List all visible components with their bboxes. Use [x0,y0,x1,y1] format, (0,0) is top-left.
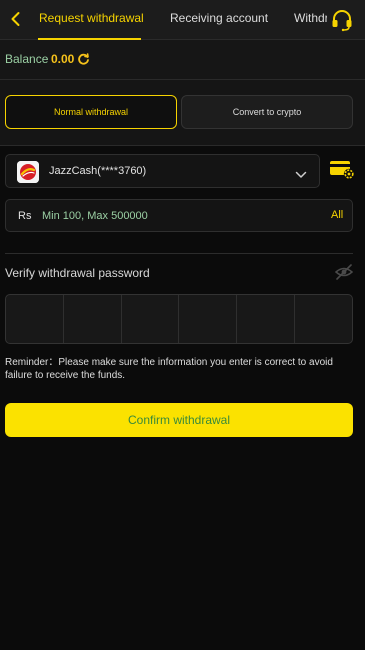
withdrawal-method-section: Normal withdrawal Convert to crypto [0,80,365,146]
refresh-icon[interactable] [77,53,90,66]
jazzcash-logo [17,161,39,183]
chevron-down-icon [295,167,307,178]
password-digit-cell[interactable] [237,295,296,343]
balance-value: 0.00 [51,52,75,66]
tab-request-withdrawal[interactable]: Request withdrawal [39,11,144,25]
password-digit-cell[interactable] [64,295,122,343]
account-name: JazzCash(****3760) [49,165,147,177]
confirm-withdrawal-button[interactable]: Confirm withdrawal [5,403,353,437]
balance-row: Balance 0.00 [0,40,365,80]
tab-withdrawal-history[interactable]: Withdrawal history [294,11,327,25]
back-chevron-left-icon[interactable] [6,9,26,29]
password-digit-cell[interactable] [179,295,238,343]
all-amount-button[interactable]: All [331,209,343,221]
password-digit-cell[interactable] [6,295,64,343]
amount-field: Rs All [5,199,353,232]
card-settings-icon[interactable] [329,159,355,181]
password-label: Verify withdrawal password [5,266,150,280]
divider [5,253,353,254]
password-input[interactable] [5,294,353,344]
tabs: Request withdrawal Receiving account Wit… [30,0,327,40]
password-digit-cell[interactable] [295,295,352,343]
account-select[interactable]: JazzCash(****3760) [5,154,320,188]
convert-to-crypto-button[interactable]: Convert to crypto [181,95,353,129]
tab-receiving-account[interactable]: Receiving account [170,11,268,25]
headset-icon[interactable] [330,8,354,32]
top-bar: Request withdrawal Receiving account Wit… [0,0,365,40]
amount-input[interactable] [42,206,312,226]
balance-label: Balance [5,52,49,66]
eye-off-icon[interactable] [334,264,354,280]
currency-label: Rs [18,210,32,222]
normal-withdrawal-button[interactable]: Normal withdrawal [5,95,177,129]
password-digit-cell[interactable] [122,295,180,343]
reminder-text: Reminder：Please make sure the informatio… [5,357,333,381]
